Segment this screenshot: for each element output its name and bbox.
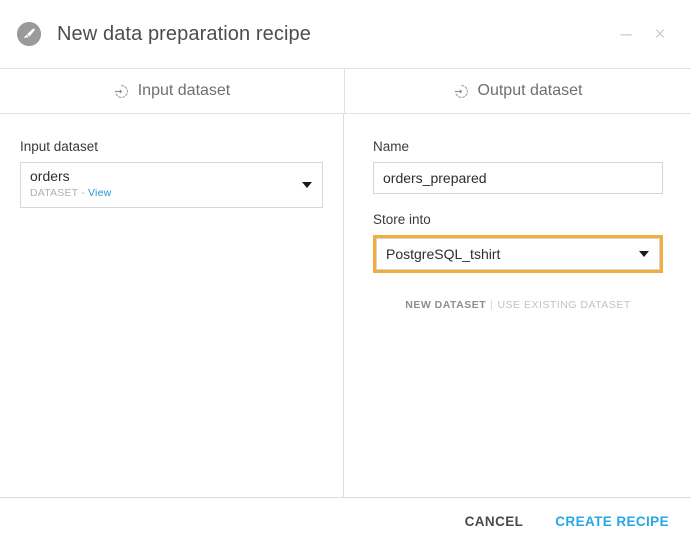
- input-dataset-meta-separator: -: [81, 187, 85, 199]
- input-dataset-panel: Input dataset orders DATASET - View: [0, 114, 344, 497]
- store-into-select[interactable]: PostgreSQL_tshirt: [376, 238, 660, 270]
- output-name-field-block: Name: [373, 139, 663, 194]
- store-into-value: PostgreSQL_tshirt: [386, 246, 500, 262]
- input-dataset-meta: DATASET - View: [30, 186, 292, 200]
- input-dataset-view-link[interactable]: View: [88, 187, 111, 199]
- create-recipe-button[interactable]: CREATE RECIPE: [555, 514, 669, 529]
- tab-output-dataset-label: Output dataset: [478, 82, 583, 100]
- output-name-input[interactable]: [373, 162, 663, 194]
- dialog-tabs: Input dataset Output dataset: [0, 68, 691, 114]
- tab-output-dataset[interactable]: Output dataset: [345, 69, 691, 113]
- new-dataset-toggle[interactable]: NEW DATASET: [405, 299, 486, 311]
- chevron-down-icon: [302, 182, 312, 188]
- dialog-panels: Input dataset orders DATASET - View Name…: [0, 114, 691, 498]
- close-icon[interactable]: ×: [647, 21, 673, 47]
- tab-input-dataset[interactable]: Input dataset: [0, 69, 345, 113]
- minimize-button[interactable]: –: [613, 21, 639, 47]
- input-dataset-select[interactable]: orders DATASET - View: [20, 162, 323, 208]
- mode-separator: |: [490, 299, 493, 311]
- output-dataset-panel: Name Store into PostgreSQL_tshirt NEW DA…: [344, 114, 691, 497]
- tab-input-dataset-label: Input dataset: [138, 82, 231, 100]
- store-into-field-block: Store into PostgreSQL_tshirt: [373, 212, 663, 273]
- store-into-label: Store into: [373, 212, 663, 227]
- chevron-down-icon: [639, 251, 649, 257]
- page-title: New data preparation recipe: [57, 23, 311, 46]
- input-dataset-type: DATASET: [30, 187, 78, 199]
- arrow-into-circle-icon: [114, 84, 129, 99]
- dialog-footer: CANCEL CREATE RECIPE: [0, 498, 691, 545]
- output-name-label: Name: [373, 139, 663, 154]
- store-into-highlight: PostgreSQL_tshirt: [373, 235, 663, 273]
- arrow-into-circle-icon: [454, 84, 469, 99]
- cancel-button[interactable]: CANCEL: [465, 514, 524, 529]
- use-existing-dataset-toggle[interactable]: USE EXISTING DATASET: [497, 299, 630, 311]
- dataset-mode-toggle: NEW DATASET | USE EXISTING DATASET: [373, 299, 663, 311]
- dialog-titlebar: New data preparation recipe – ×: [0, 0, 691, 68]
- input-dataset-label: Input dataset: [20, 139, 323, 154]
- prepare-recipe-icon: [17, 22, 41, 46]
- input-dataset-value: orders: [30, 168, 292, 185]
- new-data-preparation-recipe-dialog: New data preparation recipe – × Input da…: [0, 0, 691, 545]
